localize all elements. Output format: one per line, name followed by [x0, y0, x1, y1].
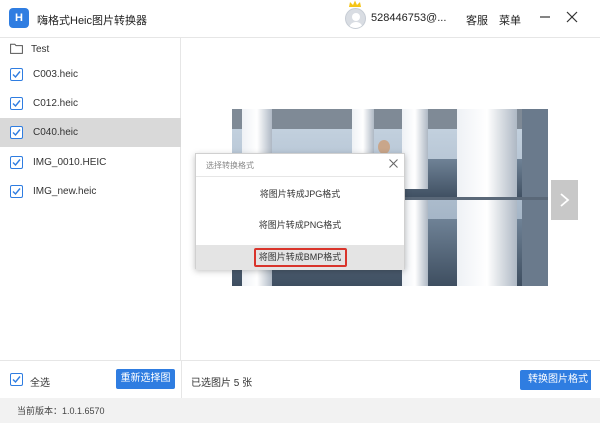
file-item[interactable]: IMG_0010.HEIC [0, 148, 181, 177]
select-all-label: 全选 [30, 378, 50, 389]
bottom-bar: 全选 重新选择图片 已选图片 5 张 转换图片格式 [0, 360, 600, 404]
app-title: 嗨格式Heic图片转换器 [37, 15, 148, 27]
highlight-box [254, 248, 347, 267]
customer-service-link[interactable]: 客服 [466, 12, 488, 28]
checkmark-icon [12, 159, 21, 167]
app-logo-icon: H [9, 8, 29, 28]
checkmark-icon [12, 100, 21, 108]
file-checkbox[interactable] [10, 126, 23, 139]
close-icon[interactable] [564, 9, 580, 25]
option-png[interactable]: 将图片转成PNG格式 [196, 213, 404, 238]
file-name: C003.heic [33, 69, 79, 80]
crown-icon [349, 0, 361, 7]
file-list-panel: Test C003.heic C012.heic C040.heic IMG_0… [0, 38, 181, 360]
dialog-divider [196, 176, 404, 177]
format-dialog: 选择转换格式 将图片转成JPG格式 将图片转成PNG格式 将图片转成BMP格式 [195, 153, 405, 270]
dialog-title: 选择转换格式 [206, 161, 254, 170]
version-label: 当前版本：1.0.1.6570 [17, 406, 105, 416]
next-image-button[interactable] [551, 180, 578, 220]
checkmark-icon [12, 129, 21, 137]
option-jpg[interactable]: 将图片转成JPG格式 [196, 182, 404, 207]
file-checkbox[interactable] [10, 68, 23, 81]
dialog-close-icon[interactable] [388, 158, 399, 169]
menu-link[interactable]: 菜单 [499, 12, 521, 28]
folder-row[interactable]: Test [0, 38, 181, 60]
file-name: C012.heic [33, 98, 79, 109]
file-name: IMG_0010.HEIC [33, 157, 107, 168]
file-checkbox[interactable] [10, 156, 23, 169]
title-bar: H 嗨格式Heic图片转换器 528446753@... 客服 菜单 [0, 0, 600, 38]
file-checkbox[interactable] [10, 185, 23, 198]
select-all-checkbox[interactable] [10, 373, 23, 386]
status-bar: 当前版本：1.0.1.6570 [0, 398, 600, 423]
file-item[interactable]: C003.heic [0, 60, 181, 89]
reselect-images-button[interactable]: 重新选择图片 [116, 369, 175, 404]
folder-icon [10, 43, 23, 54]
folder-label: Test [31, 44, 50, 55]
minimize-icon[interactable] [537, 9, 553, 25]
checkmark-icon [12, 71, 21, 79]
selected-count: 已选图片 5 张 [191, 378, 253, 389]
bottom-divider [181, 361, 182, 399]
file-item[interactable]: C012.heic [0, 89, 181, 118]
option-bmp[interactable]: 将图片转成BMP格式 [196, 245, 404, 270]
checkmark-icon [12, 376, 21, 384]
chevron-right-icon [560, 193, 570, 207]
convert-button[interactable]: 转换图片格式 [520, 370, 591, 390]
file-item-selected[interactable]: C040.heic [0, 118, 181, 147]
file-name: IMG_new.heic [33, 186, 97, 197]
user-avatar[interactable] [345, 8, 366, 29]
file-checkbox[interactable] [10, 97, 23, 110]
checkmark-icon [12, 188, 21, 196]
file-name: C040.heic [33, 127, 79, 138]
user-id[interactable]: 528446753@... [371, 12, 446, 24]
file-item[interactable]: IMG_new.heic [0, 177, 181, 206]
